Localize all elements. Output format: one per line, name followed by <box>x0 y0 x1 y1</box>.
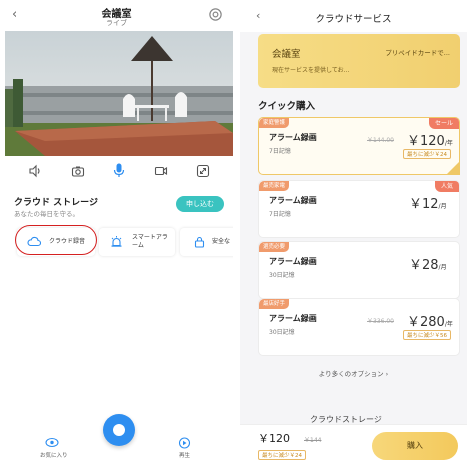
buy-button[interactable]: 購入 <box>372 432 458 460</box>
service-status: 現在サービスを提供してお... <box>272 67 350 74</box>
total-price: ￥120 <box>258 432 290 445</box>
fullscreen-icon[interactable] <box>196 164 210 178</box>
video-icon[interactable] <box>154 164 168 178</box>
plan-retention: 7日記憶 <box>269 148 291 155</box>
plan-tag: 最店好手 <box>259 299 290 309</box>
plan-name: アラーム録画 <box>269 133 317 142</box>
lock-icon <box>194 236 205 248</box>
plan-price: ￥120/年 <box>407 134 453 149</box>
speaker-icon[interactable] <box>28 164 42 178</box>
camera-icon[interactable] <box>71 164 85 178</box>
playback-label[interactable]: 再生 <box>179 451 190 459</box>
cloud-recording-highlight <box>15 225 97 255</box>
feature-label: スマートアラーム <box>132 234 168 249</box>
live-header: ‹ 会議室 ライブ <box>0 0 233 30</box>
record-button[interactable] <box>103 414 135 446</box>
plan-badge: セール <box>428 118 459 129</box>
total-discount: 最ちに減少￥24 <box>258 450 306 460</box>
cloud-header: ‹ クラウドサービス <box>240 0 467 32</box>
feature-label: 安全な <box>212 238 231 245</box>
quick-purchase-title: クイック購入 <box>258 101 316 112</box>
plan-retention: 30日記憶 <box>269 329 295 336</box>
plan-card[interactable]: 最売家電 人気 アラーム録画 7日記憶 ￥12/月 <box>258 180 460 238</box>
selected-check-icon <box>446 161 460 175</box>
prepaid-card-link[interactable]: プリペイドカードで... <box>385 47 450 57</box>
plan-name: アラーム録画 <box>269 257 317 266</box>
favorites-icon[interactable] <box>45 437 59 448</box>
plan-card[interactable]: 選売必要 アラーム録画 30日記憶 ￥28/月 <box>258 241 460 299</box>
apply-button[interactable]: 申し込む <box>176 196 224 212</box>
feature-secure[interactable]: 安全な <box>180 228 233 256</box>
app-screen: ‹ 会議室 ライブ クラウド ストレージ あなたの毎日を守る。 申し込む クラウ… <box>0 0 467 463</box>
live-view-panel: ‹ 会議室 ライブ クラウド ストレージ あなたの毎日を守る。 申し込む クラウ… <box>0 0 233 463</box>
plan-card[interactable]: 家庭警護 セール アラーム録画 7日記憶 ￥144.00 ￥120/年 最ちに減… <box>258 117 460 175</box>
purchase-footer: ￥120 ￥144 最ちに減少￥24 購入 <box>240 424 467 463</box>
cloud-service-panel: ‹ クラウドサービス 会議室 プリペイドカードで... 現在サービスを提供してお… <box>240 0 467 463</box>
camera-feed[interactable] <box>5 31 233 156</box>
more-options-link[interactable]: より多くのオプション › <box>240 368 467 378</box>
gear-icon[interactable] <box>208 7 223 22</box>
device-banner[interactable]: 会議室 プリペイドカードで... 現在サービスを提供してお... <box>258 34 460 88</box>
microphone-icon[interactable] <box>111 162 127 178</box>
plan-retention: 30日記憶 <box>269 272 295 279</box>
device-name: 会議室 <box>272 49 301 60</box>
live-controls <box>0 160 233 184</box>
page-subtitle: ライブ <box>106 19 127 27</box>
plan-old-price: ￥144.00 <box>367 137 394 144</box>
plan-name: アラーム録画 <box>269 196 317 205</box>
plan-tag: 家庭警護 <box>259 118 290 128</box>
cloud-storage-subtitle: あなたの毎日を守る。 <box>14 210 79 218</box>
plan-card[interactable]: 最店好手 アラーム録画 30日記憶 ￥336.00 ￥280/年 最ちに減少￥5… <box>258 298 460 356</box>
plan-discount: 最ちに減少￥56 <box>403 330 451 340</box>
playback-icon[interactable] <box>178 437 191 449</box>
plan-retention: 7日記憶 <box>269 211 291 218</box>
page-title: クラウドサービス <box>315 14 392 25</box>
plan-price: ￥12/月 <box>409 197 447 212</box>
total-old-price: ￥144 <box>304 437 322 444</box>
plan-price: ￥28/月 <box>409 258 447 273</box>
favorites-label[interactable]: お気に入り <box>40 451 68 459</box>
plan-badge: 人気 <box>434 181 459 192</box>
plan-old-price: ￥336.00 <box>367 318 394 325</box>
cloud-storage-title: クラウド ストレージ <box>14 198 98 208</box>
plan-tag: 最売家電 <box>259 181 290 191</box>
plan-name: アラーム録画 <box>269 314 317 323</box>
plan-tag: 選売必要 <box>259 242 290 252</box>
feature-smart-alarm[interactable]: スマートアラーム <box>99 228 175 256</box>
alarm-icon <box>111 236 122 247</box>
divider <box>233 0 240 463</box>
plan-discount: 最ちに減少￥24 <box>403 149 451 159</box>
plan-price: ￥280/年 <box>407 315 453 330</box>
